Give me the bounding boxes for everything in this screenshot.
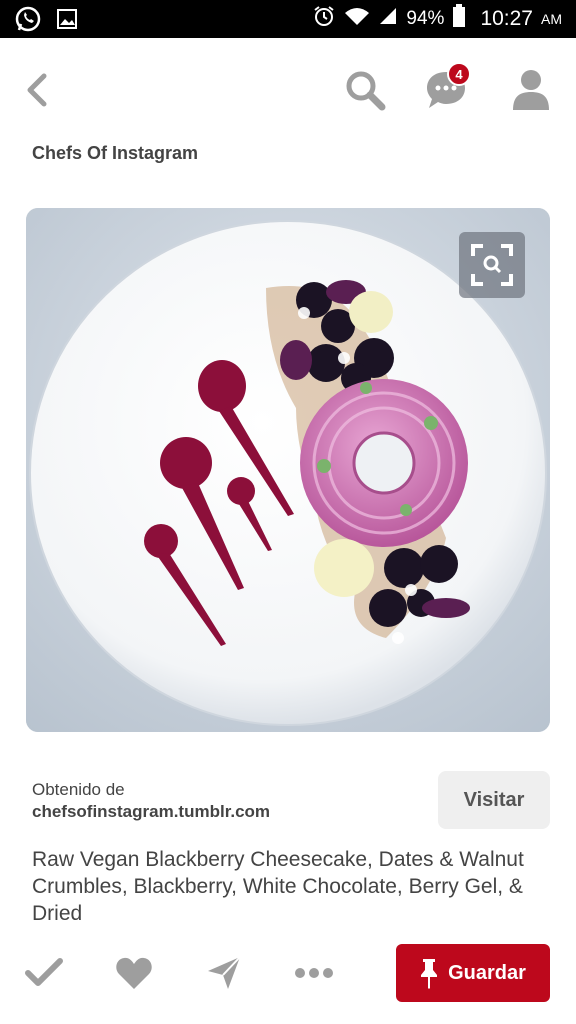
source-label: Obtenido de <box>32 780 125 799</box>
wifi-icon <box>344 5 370 33</box>
save-button-label: Guardar <box>448 961 526 984</box>
clock-time: 10:27 <box>480 7 533 30</box>
search-icon <box>346 71 386 111</box>
battery-icon <box>452 4 466 34</box>
whatsapp-icon <box>14 5 42 38</box>
send-button[interactable] <box>204 955 244 991</box>
pin-description: Raw Vegan Blackberry Cheesecake, Dates &… <box>32 848 524 925</box>
status-bar: 94% 10:27 AM <box>0 0 576 38</box>
like-button[interactable] <box>114 955 154 991</box>
visual-search-icon <box>471 244 513 286</box>
pushpin-icon <box>421 959 438 989</box>
alarm-icon <box>312 4 336 34</box>
checkmark-icon <box>25 958 63 986</box>
clock-ampm: AM <box>541 11 562 27</box>
source-link[interactable]: chefsofinstagram.tumblr.com <box>32 802 270 822</box>
signal-icon <box>378 6 398 32</box>
heart-icon <box>116 957 152 989</box>
chevron-left-icon <box>27 73 47 107</box>
profile-button[interactable] <box>510 68 552 112</box>
send-icon <box>208 956 241 989</box>
person-icon <box>513 70 549 110</box>
visit-button[interactable]: Visitar <box>438 771 550 829</box>
visual-search-button[interactable] <box>459 232 525 298</box>
battery-percent: 94% <box>406 8 445 29</box>
search-button[interactable] <box>343 68 387 112</box>
save-button[interactable]: Guardar <box>396 944 550 1002</box>
done-button[interactable] <box>24 955 64 991</box>
more-icon <box>295 968 333 978</box>
more-options-button[interactable] <box>292 955 333 991</box>
board-title[interactable]: Chefs Of Instagram <box>32 143 198 164</box>
back-button[interactable] <box>20 68 56 112</box>
notification-badge: 4 <box>447 62 471 86</box>
gallery-icon <box>56 8 78 35</box>
